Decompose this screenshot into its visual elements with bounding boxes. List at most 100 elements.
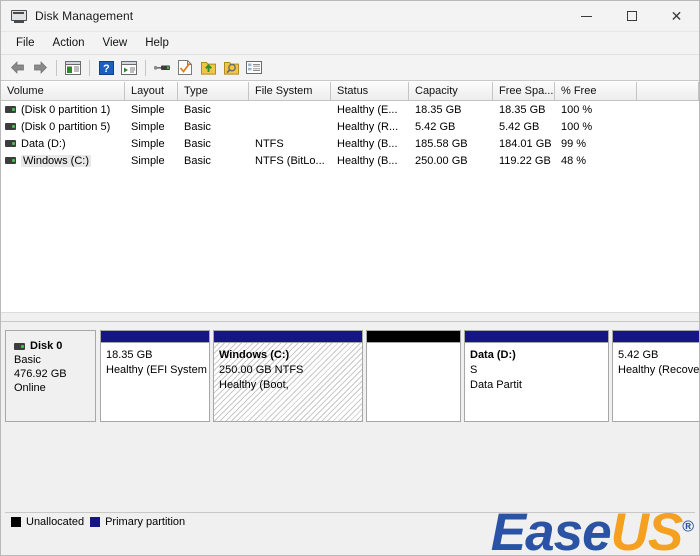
title-bar: Disk Management ✕: [1, 1, 699, 32]
cell-status: Healthy (B...: [337, 137, 398, 150]
minimize-button[interactable]: [564, 1, 609, 31]
table-row[interactable]: Windows (C:) Simple Basic NTFS (BitLo... Hea…: [1, 152, 699, 169]
primary-partition-swatch-icon: [90, 517, 101, 527]
window-title: Disk Management: [35, 9, 134, 23]
disk-name: Disk 0: [30, 340, 63, 352]
show-hide-console-tree-icon[interactable]: [62, 57, 84, 78]
partition-color-bar: [465, 331, 608, 343]
cell-type: Basic: [184, 137, 211, 150]
partition-size: 18.35 GB: [106, 349, 153, 361]
cell-percent-free: 99 %: [561, 137, 587, 150]
menu-file[interactable]: File: [7, 34, 44, 52]
list-view-icon[interactable]: [243, 57, 265, 78]
disk-status: Online: [14, 382, 46, 394]
cell-percent-free: 100 %: [561, 103, 593, 116]
check-icon[interactable]: [174, 57, 196, 78]
volume-drive-icon: [5, 123, 16, 130]
disk-management-icon: [11, 8, 27, 24]
cell-percent-free: 48 %: [561, 154, 587, 167]
table-row[interactable]: (Disk 0 partition 1) Simple Basic Healthy (…: [1, 101, 699, 118]
column-header-free-space[interactable]: Free Spa...: [493, 82, 555, 101]
cell-file-system: NTFS (BitLo...: [255, 154, 325, 167]
svg-text:?: ?: [103, 63, 110, 75]
column-header-filler[interactable]: [637, 82, 699, 101]
volume-drive-icon: [5, 140, 16, 147]
column-header-layout[interactable]: Layout: [125, 82, 178, 101]
menu-bar: File Action View Help: [1, 32, 699, 55]
table-row[interactable]: (Disk 0 partition 5) Simple Basic Healthy (…: [1, 118, 699, 135]
cell-layout: Simple: [131, 154, 165, 167]
partition-title: Data (D:): [470, 349, 516, 361]
partition-block[interactable]: 18.35 GB Healthy (EFI System: [100, 330, 210, 422]
legend-item-unallocated: Unallocated: [11, 516, 84, 528]
partition-size: 250.00 GB NTFS: [219, 364, 304, 376]
column-header-status[interactable]: Status: [331, 82, 409, 101]
column-header-volume[interactable]: Volume: [1, 82, 125, 101]
cell-capacity: 185.58 GB: [415, 137, 468, 150]
toolbar-separator: [56, 59, 57, 76]
menu-view[interactable]: View: [94, 34, 137, 52]
rescan-disks-icon[interactable]: [151, 57, 173, 78]
legend-label-primary-partition: Primary partition: [105, 516, 186, 528]
partition-block[interactable]: Windows (C:) 250.00 GB NTFS Healthy (Boot,: [213, 330, 363, 422]
cell-volume: (Disk 0 partition 1): [1, 104, 125, 116]
partition-block[interactable]: [366, 330, 461, 422]
partition-color-bar: [367, 331, 460, 343]
pane-splitter[interactable]: [1, 312, 699, 321]
table-row[interactable]: Data (D:) Simple Basic NTFS Healthy (B... 185…: [1, 135, 699, 152]
partition-block[interactable]: Data (D:) S Data Partit: [464, 330, 609, 422]
disk-type: Basic: [14, 354, 41, 366]
disk-info-panel[interactable]: Disk 0 Basic 476.92 GB Online: [5, 330, 96, 422]
cell-capacity: 250.00 GB: [415, 154, 468, 167]
search-icon[interactable]: [220, 57, 242, 78]
maximize-button[interactable]: [609, 1, 654, 31]
volume-list-body: (Disk 0 partition 1) Simple Basic Healthy (…: [1, 101, 699, 169]
menu-help[interactable]: Help: [136, 34, 178, 52]
cell-volume: Windows (C:): [1, 154, 125, 167]
column-header-percent-free[interactable]: % Free: [555, 82, 637, 101]
forward-arrow-icon[interactable]: [29, 57, 51, 78]
partition-status: Healthy (Boot,: [219, 379, 289, 391]
properties-icon[interactable]: [118, 57, 140, 78]
legend-label-unallocated: Unallocated: [26, 516, 85, 528]
cell-type: Basic: [184, 154, 211, 167]
close-button[interactable]: ✕: [654, 1, 699, 31]
cell-capacity: 5.42 GB: [415, 120, 456, 133]
toolbar-separator: [89, 59, 90, 76]
easeus-watermark: EaseUS®: [490, 503, 694, 555]
maximize-icon: [626, 11, 637, 21]
cell-type: Basic: [184, 120, 211, 133]
toolbar: ?: [1, 55, 699, 81]
menu-action[interactable]: Action: [44, 34, 94, 52]
partition-size: 5.42 GB: [618, 349, 659, 361]
cell-layout: Simple: [131, 137, 165, 150]
cell-free-space: 18.35 GB: [499, 103, 546, 116]
volume-list-pane: Volume Layout Type File System Status Ca…: [1, 81, 699, 312]
volume-name: (Disk 0 partition 5): [21, 120, 111, 133]
back-arrow-icon[interactable]: [6, 57, 28, 78]
cell-free-space: 119.22 GB: [499, 154, 551, 167]
volume-name: (Disk 0 partition 1): [21, 103, 111, 116]
partition-size: S: [470, 364, 478, 376]
cell-type: Basic: [184, 103, 211, 116]
column-header-file-system[interactable]: File System: [249, 82, 331, 101]
cell-status: Healthy (R...: [337, 120, 399, 133]
cell-capacity: 18.35 GB: [415, 103, 462, 116]
column-header-capacity[interactable]: Capacity: [409, 82, 493, 101]
column-header-type[interactable]: Type: [178, 82, 249, 101]
partition-status: Healthy (Recover: [618, 364, 699, 376]
help-icon[interactable]: ?: [95, 57, 117, 78]
volume-list-header: Volume Layout Type File System Status Ca…: [1, 82, 699, 101]
watermark-part-b: US: [610, 503, 684, 555]
close-icon: ✕: [670, 8, 683, 24]
export-icon[interactable]: [197, 57, 219, 78]
volume-drive-icon: [5, 157, 16, 164]
partition-block[interactable]: 5.42 GB Healthy (Recover: [612, 330, 699, 422]
disk-size: 476.92 GB: [14, 368, 67, 380]
partition-details: Windows (C:) 250.00 GB NTFS Healthy (Boot,: [214, 343, 362, 421]
cell-percent-free: 100 %: [561, 120, 593, 133]
volume-name: Data (D:): [21, 137, 66, 150]
partition-status: Healthy (EFI System: [106, 364, 207, 376]
watermark-part-a: Ease: [490, 503, 612, 555]
partition-details: 5.42 GB Healthy (Recover: [613, 343, 699, 421]
